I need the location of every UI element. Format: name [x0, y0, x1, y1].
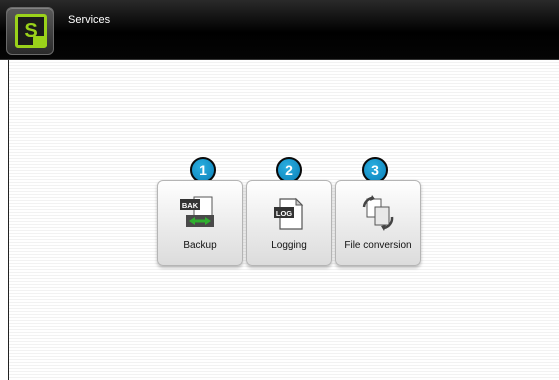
- logging-icon-text: LOG: [276, 209, 292, 218]
- backup-icon: BAK: [180, 196, 214, 227]
- file-conversion-icon: [362, 195, 394, 231]
- backup-button[interactable]: BAK Backup: [157, 180, 243, 266]
- logging-label: Logging: [271, 240, 307, 251]
- window-title: Services: [68, 14, 111, 26]
- backup-icon-text: BAK: [182, 201, 199, 210]
- app-icon[interactable]: S: [6, 7, 54, 55]
- title-bar: S Services: [0, 0, 559, 60]
- logging-icon: LOG: [274, 197, 304, 230]
- file-conversion-label: File conversion: [344, 240, 412, 251]
- logging-button[interactable]: LOG Logging: [246, 180, 332, 266]
- app-icon-badge: [33, 36, 47, 47]
- file-conversion-button[interactable]: File conversion: [335, 180, 421, 266]
- backup-label: Backup: [183, 240, 217, 251]
